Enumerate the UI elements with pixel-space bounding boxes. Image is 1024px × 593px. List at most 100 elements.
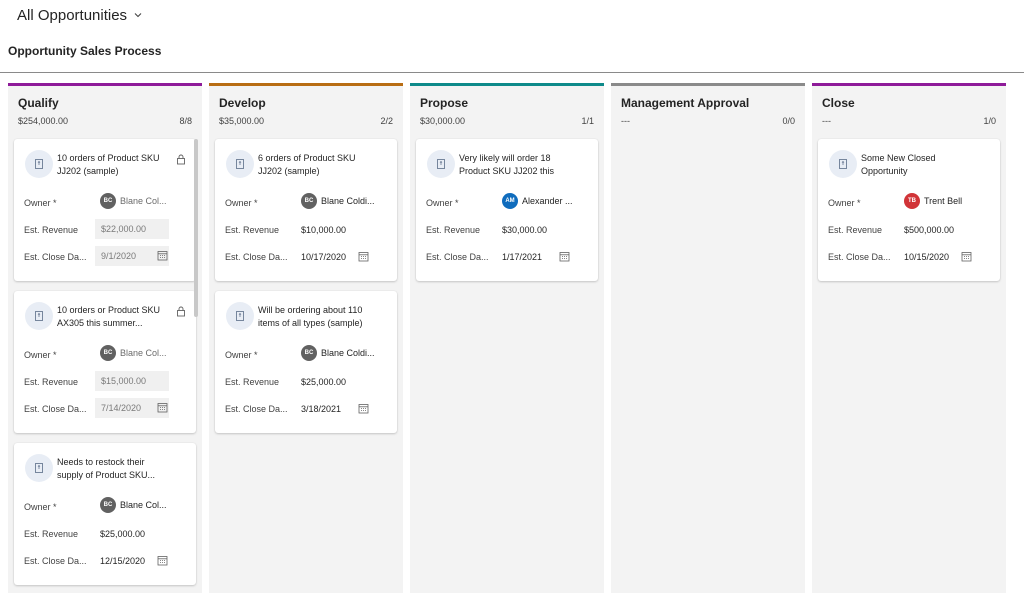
est-close-date-value[interactable]: 1/17/2021 <box>502 252 542 262</box>
card-title[interactable]: Needs to restock their supply of Product… <box>57 456 169 482</box>
owner-label: Owner * <box>24 198 57 208</box>
est-close-date-label: Est. Close Da... <box>225 252 288 262</box>
column-scrollbar[interactable] <box>194 139 198 317</box>
owner-name: Blane Coldi... <box>321 348 375 358</box>
est-revenue-label: Est. Revenue <box>426 225 481 235</box>
calendar-icon[interactable] <box>358 251 369 262</box>
est-revenue-value[interactable]: $30,000.00 <box>502 225 547 235</box>
stage-title: Qualify <box>18 96 59 110</box>
est-revenue-value[interactable]: $10,000.00 <box>301 225 346 235</box>
est-close-date-label: Est. Close Da... <box>24 556 87 566</box>
card-title[interactable]: 10 orders or Product SKU AX305 this summ… <box>57 304 169 330</box>
stage-title: Management Approval <box>621 96 750 110</box>
est-revenue-label: Est. Revenue <box>225 377 280 387</box>
owner-label: Owner * <box>24 350 57 360</box>
owner-value[interactable]: BC Blane Col... <box>100 345 167 361</box>
stage-amount: $35,000.00 <box>219 116 265 126</box>
owner-value[interactable]: TB Trent Bell <box>904 193 962 209</box>
owner-value[interactable]: BC Blane Coldi... <box>301 345 375 361</box>
est-close-date-value[interactable]: 12/15/2020 <box>100 556 145 566</box>
stage-color-bar <box>209 83 403 86</box>
opportunity-card[interactable]: 10 orders or Product SKU AX305 this summ… <box>14 291 196 433</box>
stage-amount: $254,000.00 <box>18 116 69 126</box>
chevron-down-icon <box>133 10 143 20</box>
est-revenue-label: Est. Revenue <box>225 225 280 235</box>
owner-name: Blane Col... <box>120 348 167 358</box>
stage-count: 2/2 <box>380 116 393 126</box>
owner-label: Owner * <box>426 198 459 208</box>
calendar-icon[interactable] <box>157 402 168 413</box>
est-revenue-value[interactable]: $22,000.00 <box>95 219 169 239</box>
owner-label: Owner * <box>225 350 258 360</box>
opportunity-icon <box>427 150 455 178</box>
owner-value[interactable]: BC Blane Coldi... <box>301 193 375 209</box>
opportunity-card[interactable]: Some New Closed Opportunity Owner * TB Tren… <box>818 139 1000 281</box>
est-close-date-label: Est. Close Da... <box>828 252 891 262</box>
card-title[interactable]: Some New Closed Opportunity <box>861 152 973 178</box>
avatar: BC <box>301 345 317 361</box>
lock-icon <box>176 304 186 322</box>
stage-amount: $30,000.00 <box>420 116 466 126</box>
calendar-icon[interactable] <box>559 251 570 262</box>
opportunity-icon <box>226 150 254 178</box>
owner-name: Blane Col... <box>120 196 167 206</box>
owner-name: Trent Bell <box>924 196 963 206</box>
est-revenue-label: Est. Revenue <box>24 225 79 235</box>
avatar: BC <box>301 193 317 209</box>
calendar-icon[interactable] <box>358 403 369 414</box>
opportunity-icon <box>226 302 254 330</box>
stage-column-develop: Develop $35,000.00 2/2 6 orders of Product … <box>209 83 403 593</box>
owner-label: Owner * <box>828 198 861 208</box>
calendar-icon[interactable] <box>157 555 168 566</box>
calendar-icon[interactable] <box>157 250 168 261</box>
est-revenue-value[interactable]: $25,000.00 <box>301 377 346 387</box>
stage-count: 0/0 <box>782 116 795 126</box>
owner-value[interactable]: BC Blane Col... <box>100 193 167 209</box>
owner-name: Blane Col... <box>120 500 167 510</box>
est-close-date-value[interactable]: 3/18/2021 <box>301 404 341 414</box>
stage-color-bar <box>410 83 604 86</box>
est-close-date-value[interactable]: 10/17/2020 <box>301 252 346 262</box>
avatar: BC <box>100 497 116 513</box>
owner-name: Blane Coldi... <box>321 196 375 206</box>
stage-color-bar <box>8 83 202 86</box>
stage-column-qualify: Qualify $254,000.00 8/8 10 orders of Produc… <box>8 83 202 593</box>
stage-count: 8/8 <box>179 116 192 126</box>
owner-label: Owner * <box>225 198 258 208</box>
opportunity-icon <box>25 150 53 178</box>
est-close-date-value[interactable]: 10/15/2020 <box>904 252 949 262</box>
header-divider <box>0 72 1024 73</box>
process-title: Opportunity Sales Process <box>8 44 162 58</box>
opportunity-card[interactable]: Very likely will order 18 Product SKU JJ… <box>416 139 598 281</box>
opportunity-icon <box>25 302 53 330</box>
card-title[interactable]: Very likely will order 18 Product SKU JJ… <box>459 152 571 178</box>
stage-title: Propose <box>420 96 469 110</box>
est-close-date-label: Est. Close Da... <box>426 252 489 262</box>
est-close-date-label: Est. Close Da... <box>225 404 288 414</box>
avatar: TB <box>904 193 920 209</box>
owner-value[interactable]: BC Blane Col... <box>100 497 167 513</box>
avatar: BC <box>100 193 116 209</box>
owner-name: Alexander ... <box>522 196 573 206</box>
opportunity-card[interactable]: Needs to restock their supply of Product… <box>14 443 196 585</box>
est-revenue-value[interactable]: $25,000.00 <box>100 529 145 539</box>
card-title[interactable]: 10 orders of Product SKU JJ202 (sample) <box>57 152 169 178</box>
est-revenue-value[interactable]: $500,000.00 <box>904 225 954 235</box>
est-revenue-value[interactable]: $15,000.00 <box>95 371 169 391</box>
opportunity-card[interactable]: 10 orders of Product SKU JJ202 (sample) O… <box>14 139 196 281</box>
stage-column-management-approval: Management Approval --- 0/0 <box>611 83 805 593</box>
est-close-date-label: Est. Close Da... <box>24 252 87 262</box>
view-selector[interactable]: All Opportunities <box>17 5 143 25</box>
calendar-icon[interactable] <box>961 251 972 262</box>
view-title: All Opportunities <box>17 6 128 24</box>
opportunity-icon <box>829 150 857 178</box>
card-title[interactable]: 6 orders of Product SKU JJ202 (sample) <box>258 152 370 178</box>
stage-title: Develop <box>219 96 266 110</box>
opportunity-card[interactable]: Will be ordering about 110 items of all … <box>215 291 397 433</box>
stage-color-bar <box>812 83 1006 86</box>
owner-value[interactable]: AM Alexander ... <box>502 193 573 209</box>
stage-column-propose: Propose $30,000.00 1/1 Very likely will ord… <box>410 83 604 593</box>
est-revenue-label: Est. Revenue <box>24 529 79 539</box>
opportunity-card[interactable]: 6 orders of Product SKU JJ202 (sample) Ow… <box>215 139 397 281</box>
card-title[interactable]: Will be ordering about 110 items of all … <box>258 304 370 330</box>
